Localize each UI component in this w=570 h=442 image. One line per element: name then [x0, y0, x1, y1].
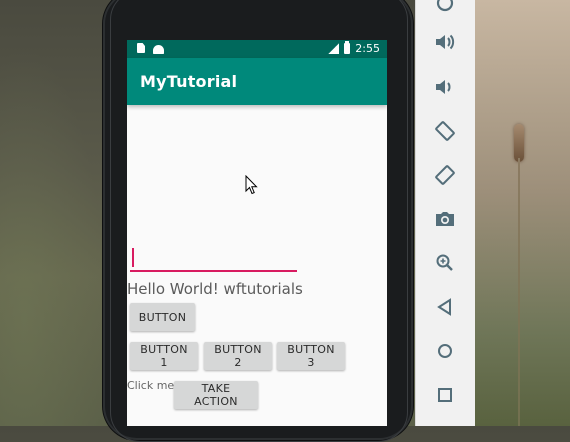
- volume-down-icon[interactable]: [430, 72, 460, 102]
- app-title: MyTutorial: [140, 72, 238, 91]
- text-input[interactable]: [130, 248, 297, 272]
- mouse-pointer-icon: [245, 175, 258, 195]
- home-icon[interactable]: [430, 336, 460, 366]
- back-icon[interactable]: [430, 292, 460, 322]
- button[interactable]: BUTTON: [130, 303, 195, 331]
- rotate-right-icon[interactable]: [430, 160, 460, 190]
- main-content: Hello World! wftutorials BUTTON BUTTON 1…: [127, 105, 387, 426]
- button-2[interactable]: BUTTON 2: [204, 342, 272, 370]
- app-bar: MyTutorial: [127, 58, 387, 105]
- battery-icon: [344, 41, 351, 54]
- camera-icon[interactable]: [430, 204, 460, 234]
- volume-up-icon[interactable]: [430, 27, 460, 57]
- status-bar: LTE 2:55: [127, 40, 387, 58]
- background-blur: [0, 0, 120, 426]
- hello-text: Hello World! wftutorials: [127, 280, 303, 298]
- emulator-toolbar: [415, 0, 475, 426]
- rotate-left-icon[interactable]: [430, 116, 460, 146]
- text-caret: [132, 248, 134, 267]
- button-3[interactable]: BUTTON 3: [277, 342, 345, 370]
- clock: 2:55: [355, 42, 380, 55]
- take-action-button[interactable]: TAKE ACTION: [174, 381, 258, 409]
- file-icon: [136, 43, 147, 54]
- power-icon[interactable]: [430, 0, 460, 18]
- button-1[interactable]: BUTTON 1: [130, 342, 198, 370]
- click-me-text: Click me: [127, 379, 175, 392]
- zoom-icon[interactable]: [430, 248, 460, 278]
- grass-stalk-image: [514, 124, 524, 426]
- network-type: LTE: [326, 42, 337, 49]
- signal-icon: LTE: [326, 42, 340, 54]
- overview-icon[interactable]: [430, 380, 460, 410]
- device-screen: LTE 2:55 MyTutorial Hello World! wftutor…: [127, 40, 387, 426]
- android-icon: [153, 43, 164, 54]
